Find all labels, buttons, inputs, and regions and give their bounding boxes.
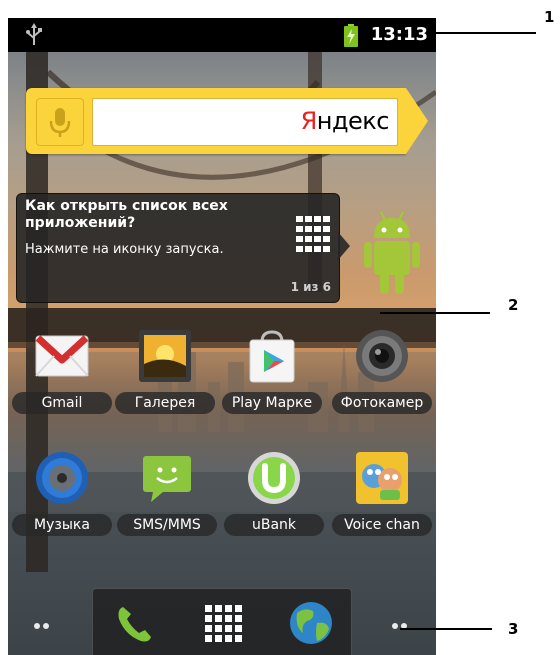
app-grid-icon xyxy=(296,216,330,252)
usb-icon xyxy=(26,23,42,45)
app-ubank[interactable]: uBank xyxy=(220,450,328,560)
phone-icon[interactable] xyxy=(109,597,161,649)
app-launcher-icon[interactable] xyxy=(197,597,249,649)
search-input[interactable]: Яндекс xyxy=(92,98,398,146)
app-label: Voice chan xyxy=(332,514,432,536)
music-icon xyxy=(36,452,88,504)
camera-icon xyxy=(356,330,408,382)
callout-number-1: 1 xyxy=(544,8,555,26)
app-label: Музыка xyxy=(12,514,112,536)
callout-number-2: 2 xyxy=(508,296,519,314)
app-label: Фотокамер xyxy=(332,392,432,414)
yandex-logo: Яндекс xyxy=(300,107,390,135)
browser-globe-icon[interactable] xyxy=(285,597,337,649)
app-gmail[interactable]: Gmail xyxy=(8,328,116,438)
right-page-indicator[interactable] xyxy=(392,614,416,629)
status-bar: 13:13 xyxy=(8,18,436,52)
gallery-icon xyxy=(139,330,191,382)
callout-line-1 xyxy=(436,32,536,34)
home-screen: 13:13 Яндекс Как открыть список всех при… xyxy=(8,18,436,655)
microphone-icon xyxy=(49,108,71,137)
app-gallery[interactable]: Галерея xyxy=(111,328,219,438)
sms-icon xyxy=(143,456,191,502)
app-label: SMS/MMS xyxy=(117,514,217,536)
gmail-icon xyxy=(35,335,89,377)
voice-changer-icon xyxy=(356,452,408,504)
app-music[interactable]: Музыка xyxy=(8,450,116,560)
app-sms[interactable]: SMS/MMS xyxy=(113,450,221,560)
status-clock: 13:13 xyxy=(370,24,428,45)
hint-pointer xyxy=(338,232,350,260)
app-label: Gmail xyxy=(12,392,112,414)
launcher-dock xyxy=(92,588,352,655)
callout-number-3: 3 xyxy=(508,620,519,638)
callout-line-2 xyxy=(380,312,490,314)
launcher-hint-card[interactable]: Как открыть список всех приложений? Нажм… xyxy=(16,193,340,303)
callout-line-3 xyxy=(400,628,492,630)
search-widget-arrow xyxy=(406,88,428,154)
app-camera[interactable]: Фотокамер xyxy=(328,328,436,438)
app-label: uBank xyxy=(224,514,324,536)
voice-search-button[interactable] xyxy=(36,98,84,146)
android-mascot-icon xyxy=(364,211,420,294)
hint-title: Как открыть список всех приложений? xyxy=(25,198,228,231)
battery-charging-icon xyxy=(344,24,358,47)
hint-page-counter: 1 из 6 xyxy=(290,280,331,294)
play-market-icon xyxy=(249,330,295,383)
app-label: Play Марке xyxy=(222,392,322,414)
app-voice-changer[interactable]: Voice chan xyxy=(328,450,436,560)
hint-body: Нажмите на иконку запуска. xyxy=(25,242,224,257)
ubank-icon xyxy=(248,452,300,504)
app-play-market[interactable]: Play Марке xyxy=(218,328,326,438)
left-page-indicator[interactable] xyxy=(34,614,58,629)
yandex-search-widget[interactable]: Яндекс xyxy=(26,88,406,154)
app-label: Галерея xyxy=(115,392,215,414)
